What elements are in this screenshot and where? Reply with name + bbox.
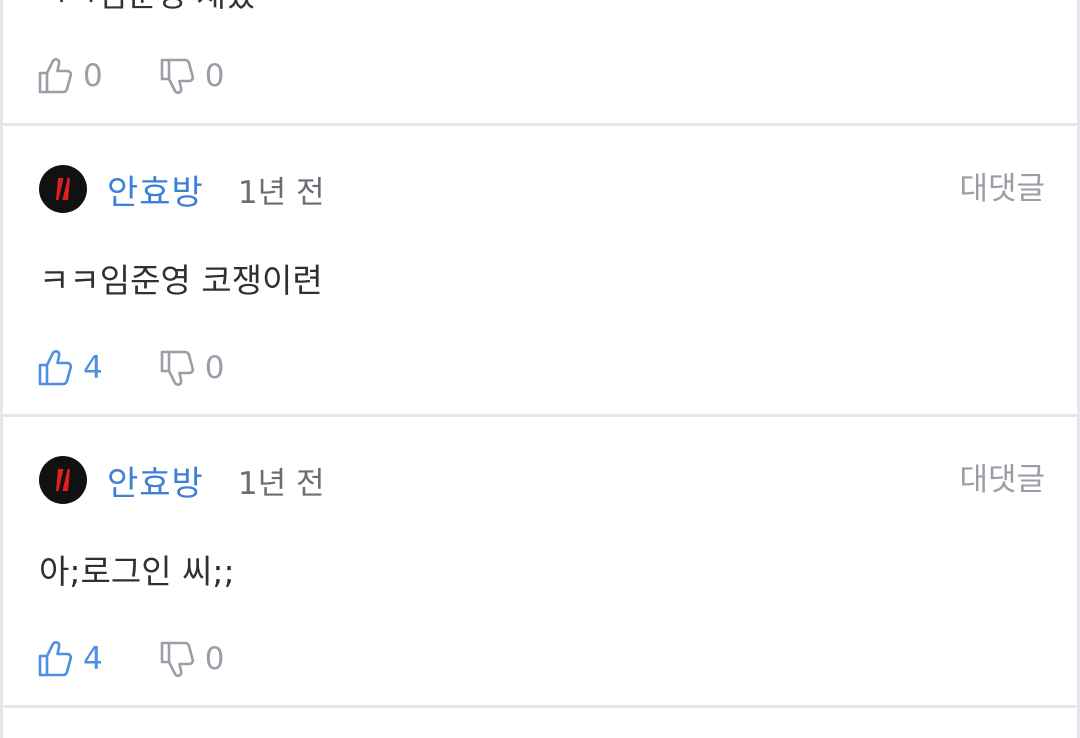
avatar-logo-icon bbox=[56, 176, 70, 202]
avatar-logo-icon bbox=[56, 467, 70, 493]
dislike-button[interactable]: 0 bbox=[159, 349, 225, 387]
comment-header: 안효방 1년 전 bbox=[39, 159, 324, 219]
dislike-button[interactable]: 0 bbox=[159, 640, 225, 678]
avatar[interactable] bbox=[39, 456, 87, 504]
divider bbox=[3, 705, 1080, 708]
reply-button[interactable]: 대댓글 bbox=[959, 450, 1045, 510]
comment-list: ㅋㅋ임준영 재밌 0 0 bbox=[0, 0, 1080, 738]
like-count: 0 bbox=[83, 58, 103, 94]
comment-time: 1년 전 bbox=[237, 465, 325, 502]
comment-body: ㅋㅋ임준영 코쟁이련 bbox=[39, 261, 323, 300]
like-count: 4 bbox=[83, 641, 103, 677]
dislike-count: 0 bbox=[204, 350, 225, 386]
avatar[interactable] bbox=[39, 165, 87, 213]
reply-button[interactable]: 대댓글 bbox=[959, 159, 1045, 219]
comment-item: 안효방 1년 전 대댓글 ㅋㅋ임준영 코쟁이련 4 0 bbox=[3, 126, 1080, 415]
author-name[interactable]: 안효방 bbox=[107, 456, 204, 505]
vote-bar: 4 0 bbox=[37, 637, 224, 681]
thumbs-up-icon bbox=[38, 58, 73, 94]
comment-item: 안효방 1년 전 대댓글 아;로그인 씨;; 4 0 bbox=[3, 417, 1080, 706]
comment-body: ㅋㅋ임준영 재밌 bbox=[39, 0, 255, 16]
like-button[interactable]: 0 bbox=[37, 57, 103, 95]
thumbs-up-icon bbox=[38, 350, 73, 386]
thumbs-up-icon bbox=[38, 641, 73, 677]
like-count: 4 bbox=[83, 350, 103, 386]
dislike-count: 0 bbox=[204, 641, 225, 677]
like-button[interactable]: 4 bbox=[37, 349, 103, 387]
vote-bar: 0 0 bbox=[37, 54, 224, 98]
thumbs-down-icon bbox=[160, 350, 194, 386]
like-button[interactable]: 4 bbox=[37, 640, 103, 678]
dislike-count: 0 bbox=[204, 58, 225, 94]
comment-time: 1년 전 bbox=[237, 174, 325, 211]
thumbs-down-icon bbox=[160, 58, 194, 94]
dislike-button[interactable]: 0 bbox=[159, 57, 225, 95]
vote-bar: 4 0 bbox=[37, 346, 224, 390]
thumbs-down-icon bbox=[160, 641, 194, 677]
comment-header: 안효방 1년 전 bbox=[39, 450, 324, 510]
author-name[interactable]: 안효방 bbox=[107, 165, 204, 214]
comment-item: ㅋㅋ임준영 재밌 0 0 bbox=[3, 0, 1080, 125]
comment-body: 아;로그인 씨;; bbox=[39, 552, 235, 591]
